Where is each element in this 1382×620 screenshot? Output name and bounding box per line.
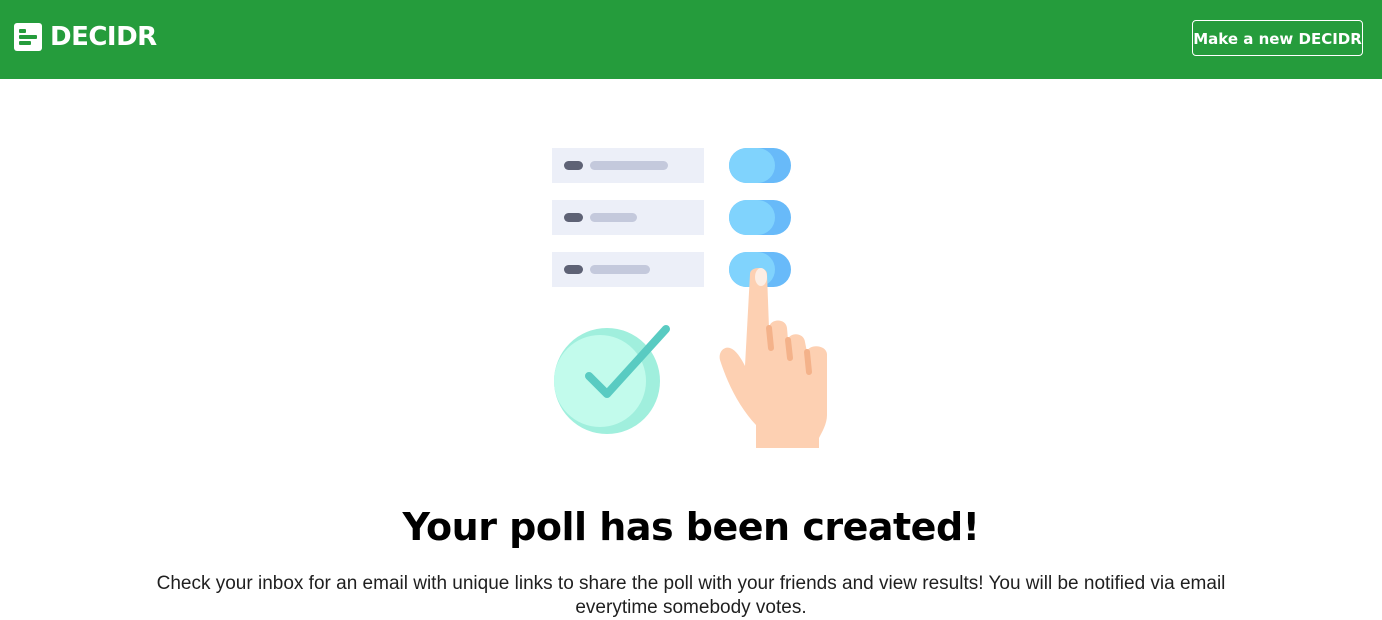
- top-navbar: DECIDR Make a new DECIDR: [0, 0, 1382, 79]
- brand-logo-link[interactable]: DECIDR: [14, 22, 157, 52]
- poll-form-icon: [14, 23, 42, 51]
- toggle-icon: [729, 148, 791, 287]
- poll-created-illustration: [552, 148, 827, 448]
- make-new-decidr-button[interactable]: Make a new DECIDR: [1192, 20, 1363, 56]
- confirmation-description: Check your inbox for an email with uniqu…: [156, 573, 1226, 618]
- checkmark-circle-icon: [554, 325, 670, 434]
- pointing-hand-icon: [719, 268, 827, 448]
- brand-name: DECIDR: [50, 22, 157, 52]
- poll-options-icon: [552, 148, 704, 287]
- page-headline: Your poll has been created!: [402, 505, 980, 549]
